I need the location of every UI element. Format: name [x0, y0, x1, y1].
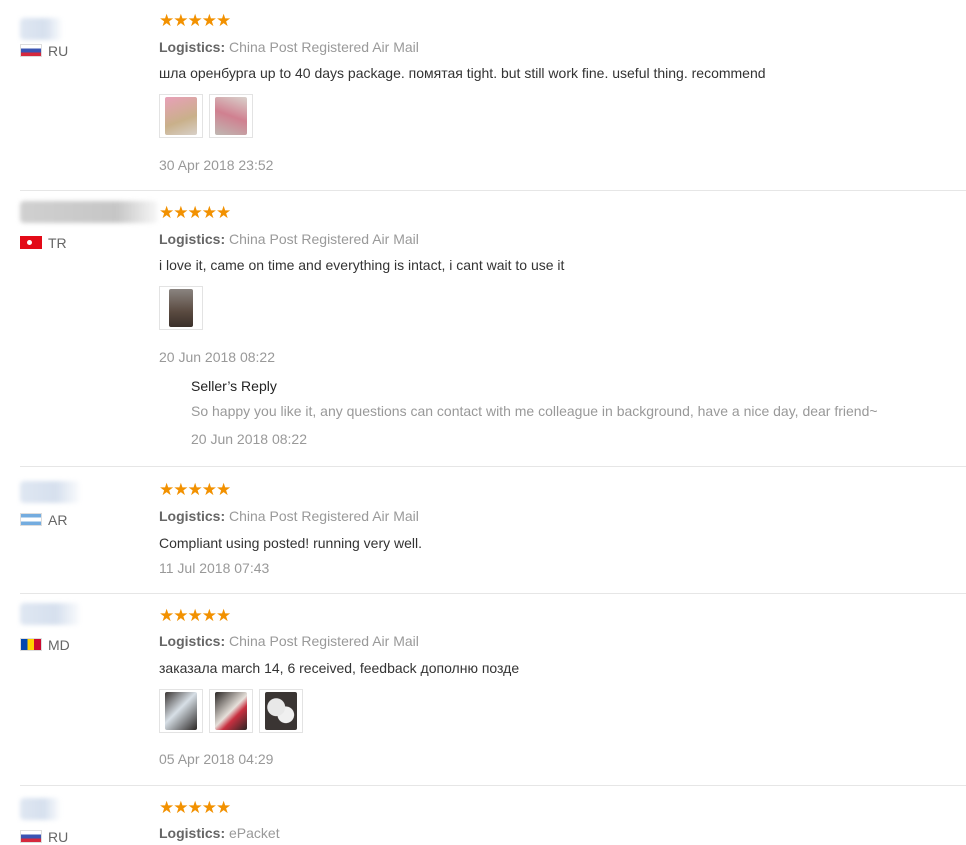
review-photo-thumbnail[interactable]: [159, 94, 203, 138]
logistics-line: Logistics: China Post Registered Air Mai…: [159, 231, 419, 247]
logistics-value: China Post Registered Air Mail: [229, 508, 419, 524]
tr-flag-icon: [20, 236, 42, 249]
review-item: MD ★★★★★ Logistics: China Post Registere…: [0, 603, 966, 786]
reviewer-name-blurred: [20, 201, 158, 223]
divider: [20, 593, 966, 594]
review-text: i love it, came on time and everything i…: [159, 257, 565, 273]
review-item: AR ★★★★★ Logistics: China Post Registere…: [0, 480, 966, 594]
review-text: Compliant using posted! running very wel…: [159, 535, 423, 551]
country-code: MD: [48, 637, 70, 653]
reviewer-name-blurred: [20, 798, 60, 820]
logistics-line: Logistics: ePacket: [159, 825, 280, 841]
country-code: TR: [48, 235, 67, 251]
country-code: RU: [48, 43, 69, 59]
reviewer-country: TR: [20, 235, 67, 251]
reviewer-name-blurred: [20, 481, 80, 503]
logistics-value: China Post Registered Air Mail: [229, 633, 419, 649]
seller-reply-date: 20 Jun 2018 08:22: [191, 431, 307, 447]
country-code: AR: [48, 512, 68, 528]
reviewer-country: AR: [20, 512, 67, 528]
divider: [20, 466, 966, 467]
review-date: 20 Jun 2018 08:22: [159, 349, 275, 365]
divider: [20, 190, 966, 191]
review-photos: [159, 689, 303, 733]
logistics-value: ePacket: [229, 825, 280, 841]
star-rating: ★★★★★: [159, 203, 231, 222]
reviewer-name-blurred: [20, 18, 62, 40]
star-rating: ★★★★★: [159, 11, 231, 30]
review-photo-thumbnail[interactable]: [159, 286, 203, 330]
reviewer-country: RU: [20, 43, 68, 59]
ru-flag-icon: [20, 44, 42, 57]
review-date: 30 Apr 2018 23:52: [159, 157, 274, 173]
review-text: заказала march 14, 6 received, feedback …: [159, 660, 520, 676]
review-date: 05 Apr 2018 04:29: [159, 751, 274, 767]
ar-flag-icon: [20, 513, 42, 526]
md-flag-icon: [20, 638, 42, 651]
review-item: RU ★★★★★ Logistics: China Post Registere…: [0, 11, 966, 191]
review-photo-thumbnail[interactable]: [209, 94, 253, 138]
logistics-value: China Post Registered Air Mail: [229, 231, 419, 247]
logistics-value: China Post Registered Air Mail: [229, 39, 419, 55]
review-photos: [159, 94, 253, 138]
logistics-label: Logistics:: [159, 633, 226, 649]
logistics-line: Logistics: China Post Registered Air Mai…: [159, 633, 419, 649]
logistics-label: Logistics:: [159, 508, 226, 524]
ru-flag-icon: [20, 830, 42, 843]
star-rating: ★★★★★: [159, 480, 231, 499]
reviewer-name-blurred: [20, 603, 80, 625]
review-photo-thumbnail[interactable]: [259, 689, 303, 733]
seller-reply-title: Seller’s Reply: [191, 378, 277, 394]
review-item: TR ★★★★★ Logistics: China Post Registere…: [0, 201, 966, 467]
seller-reply-text: So happy you like it, any questions can …: [191, 403, 878, 419]
star-rating: ★★★★★: [159, 798, 231, 817]
reviewer-country: MD: [20, 637, 70, 653]
review-photo-thumbnail[interactable]: [159, 689, 203, 733]
logistics-label: Logistics:: [159, 39, 226, 55]
review-date: 11 Jul 2018 07:43: [159, 560, 270, 576]
star-rating: ★★★★★: [159, 606, 231, 625]
review-photos: [159, 286, 203, 330]
review-photo-thumbnail[interactable]: [209, 689, 253, 733]
review-text: шла оренбурга up to 40 days package. пом…: [159, 65, 766, 81]
logistics-label: Logistics:: [159, 231, 226, 247]
logistics-line: Logistics: China Post Registered Air Mai…: [159, 508, 419, 524]
logistics-line: Logistics: China Post Registered Air Mai…: [159, 39, 419, 55]
divider: [20, 785, 966, 786]
logistics-label: Logistics:: [159, 825, 226, 841]
review-item: RU ★★★★★ Logistics: ePacket: [0, 798, 966, 845]
